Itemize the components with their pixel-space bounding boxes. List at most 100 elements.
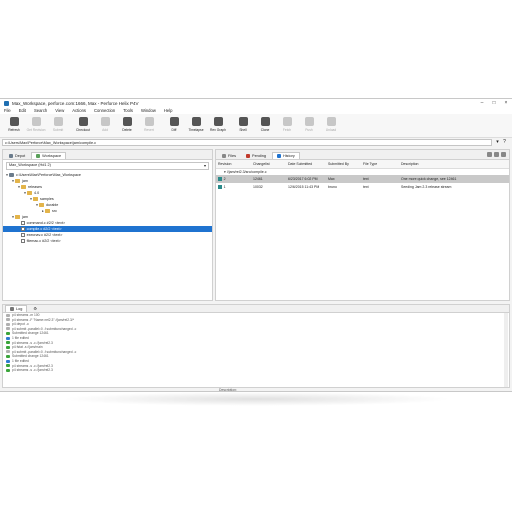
toolbar-label: Revert [144,128,154,132]
command-icon [6,318,10,322]
file-icon [21,238,25,244]
rev-graph-icon [213,117,223,126]
tab-pending[interactable]: Pending [242,153,270,159]
menu-connection[interactable]: Connection [94,108,115,113]
column-header[interactable]: Changelist [251,160,286,169]
menu-search[interactable]: Search [34,108,47,113]
tab-depot[interactable]: Depot [5,153,29,159]
column-header[interactable]: Date Submitted [286,160,326,169]
file-icon [21,232,25,238]
fetch-button[interactable]: Fetch [276,117,298,132]
table-row[interactable]: 1 10032 12/6/2015 11:43 PM bruno text Seeding… [216,183,509,191]
column-header[interactable]: Submitted By [326,160,361,169]
toolbar-label: Delete [122,128,132,132]
tab-files[interactable]: Files [218,153,240,159]
depot-icon [9,154,13,158]
log-scrollbar[interactable] [504,313,508,387]
shell-icon [238,117,248,126]
rev-graph-button[interactable]: Rev Graph [207,117,229,132]
push-icon [304,117,314,126]
unload-icon [326,117,336,126]
help-icon[interactable]: ? [501,139,508,146]
menu-edit[interactable]: Edit [19,108,26,113]
menu-file[interactable]: File [4,108,11,113]
command-icon [6,350,10,354]
menu-window[interactable]: Window [141,108,156,113]
history-rows: 2 12461 6/23/2017 6:02 PM Max text One more q… [216,175,509,191]
checkout-icon [78,117,88,126]
tab-log[interactable]: Log [5,305,28,312]
address-field[interactable]: c:\Users\Max\Perforce\Max_Workspace\jam\… [2,139,492,146]
menu-bar: File Edit Search View Actions Connection Tools… [0,107,512,114]
maximize-button[interactable]: □ [488,100,500,106]
log-lines: p4 streams -m 100 p4 streams -F "Name=rel… [3,313,509,373]
menu-tools[interactable]: Tools [123,108,133,113]
revert-button[interactable]: Revert [138,117,160,132]
table-row[interactable]: 2 12461 6/23/2017 6:02 PM Max text One more q… [216,175,509,183]
folder-icon [15,179,20,183]
push-button[interactable]: Push [298,117,320,132]
unload-button[interactable]: Unload [320,117,342,132]
filter-icon[interactable] [487,152,492,157]
folder-icon [45,209,50,213]
columns-icon[interactable] [494,152,499,157]
menu-actions[interactable]: Actions [72,108,86,113]
tab-history[interactable]: History [271,152,300,159]
column-header[interactable]: Description [399,160,509,169]
cell-text: text [363,177,369,181]
toolbar: Refresh Get Revision Submit Checkout Add Dele… [0,114,512,138]
tab-workspace[interactable]: Workspace [31,152,67,159]
clone-button[interactable]: Clone [254,117,276,132]
diff-button[interactable]: Diff [163,117,185,132]
toolbar-label: Push [305,128,313,132]
log-pane: Log ⚙ p4 streams -m 100 p4 streams -F "Na… [2,304,510,388]
settings-icon[interactable] [501,152,506,157]
log-text: 1 file edited [12,358,29,363]
close-button[interactable]: × [500,100,512,106]
workspace-select[interactable]: Max_Workspace (Hd1 2) ▾ [6,162,209,170]
toolbar-label: Refresh [8,128,20,132]
folder-icon [33,197,38,201]
log-text: Submitted change 12461 [12,354,49,359]
window-shadow [60,392,452,406]
command-icon [6,322,10,326]
address-dropdown-icon[interactable]: ▾ [494,139,501,146]
submit-button[interactable]: Submit [47,117,69,132]
toolbar-label: Clone [260,128,270,132]
refresh-button[interactable]: Refresh [3,117,25,132]
delete-button[interactable]: Delete [116,117,138,132]
history-table: Revision Changelist Date Submitted Submitte… [216,160,509,169]
column-header[interactable]: Revision [216,160,251,169]
minimize-button[interactable]: – [476,100,488,106]
toolbar-label: Add [102,128,108,132]
file-revision-icon [218,176,222,182]
log-icon [10,307,14,311]
shell-button[interactable]: Shell [232,117,254,132]
menu-view[interactable]: View [55,108,64,113]
column-header[interactable]: File Type [361,160,399,169]
folder-icon [21,185,26,189]
p4v-window: Max_Workspace, perforce.com:1666, Max - … [0,98,512,392]
checkout-button[interactable]: Checkout [72,117,94,132]
info-icon [6,359,10,363]
gear-icon[interactable]: ⚙ [33,306,37,311]
add-button[interactable]: Add [94,117,116,132]
folder-icon [27,191,32,195]
delete-icon [122,117,132,126]
cell-text: 10032 [253,185,263,189]
get-revision-button[interactable]: Get Revision [25,117,47,132]
cell-text: text [363,185,369,189]
menu-help[interactable]: Help [164,108,173,113]
tree-file[interactable]: filemac.c #2/2 <text> [3,238,212,244]
timelapse-icon [191,117,201,126]
tree-tabs: Depot Workspace [3,150,212,160]
cell-by: Max [326,175,361,183]
cell-desc: Seeding Jam 2.3 release stream [399,183,509,191]
log-text: p4 submit -parallel=0 -f submitunchanged… [12,326,77,331]
cell-changelist: 12461 [251,175,286,183]
files-icon [222,154,226,158]
success-arrow-icon [6,368,10,372]
timelapse-button[interactable]: Timelapse [185,117,207,132]
fetch-icon [282,117,292,126]
success-arrow-icon [6,341,10,345]
